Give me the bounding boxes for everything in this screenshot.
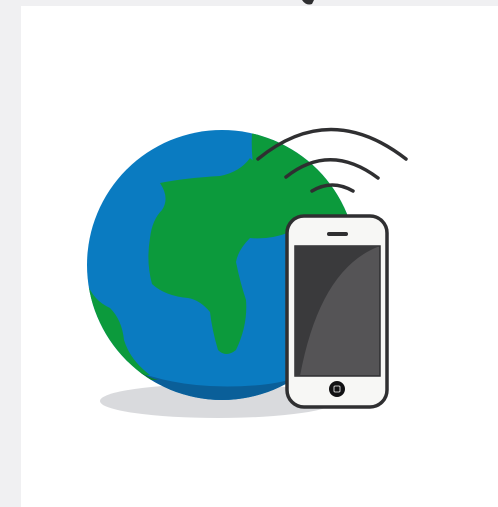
globe-phone-illustration bbox=[87, 0, 408, 418]
title-fragment bbox=[302, 0, 314, 5]
page-background bbox=[0, 0, 498, 507]
smartphone-icon bbox=[285, 214, 389, 409]
